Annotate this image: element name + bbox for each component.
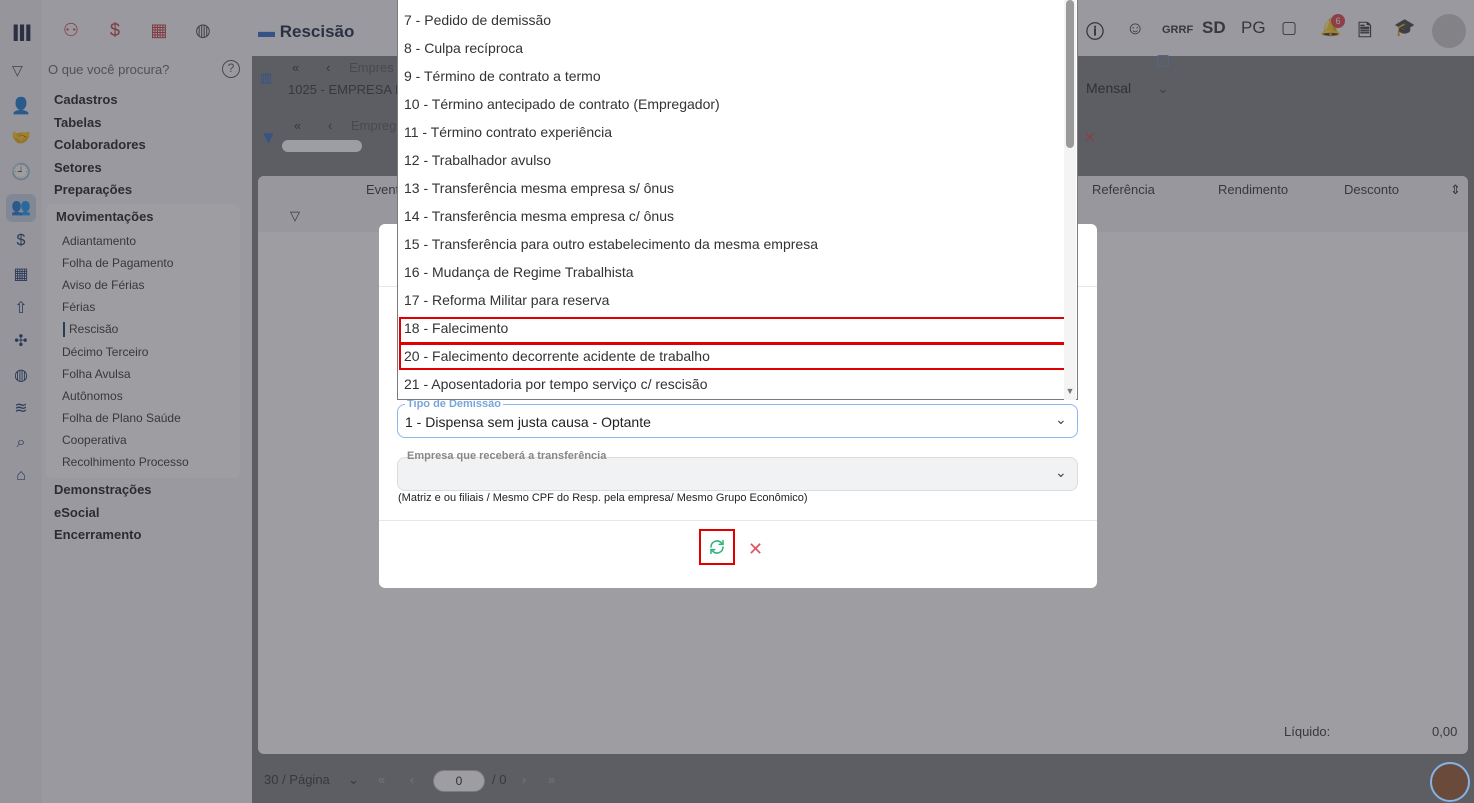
chevron-down-icon[interactable]: ⌄ [1055, 464, 1067, 481]
chevron-down-icon[interactable]: ⌄ [1055, 411, 1067, 428]
empresa-transferencia-select[interactable] [397, 457, 1078, 491]
dropdown-option[interactable]: 13 - Transferência mesma empresa s/ ônus [404, 180, 674, 196]
dropdown-option[interactable]: 21 - Aposentadoria por tempo serviço c/ … [404, 376, 708, 392]
dropdown-option[interactable]: 14 - Transferência mesma empresa c/ ônus [404, 208, 674, 224]
dropdown-scroll-thumb[interactable] [1066, 0, 1074, 148]
assistant-avatar[interactable] [1430, 762, 1470, 802]
dropdown-option[interactable]: 12 - Trabalhador avulso [404, 152, 551, 168]
highlight-box [399, 343, 1070, 370]
dropdown-option[interactable]: 17 - Reforma Militar para reserva [404, 292, 609, 308]
tipo-demissao-value: 1 - Dispensa sem justa causa - Optante [405, 414, 651, 430]
dropdown-option[interactable]: 7 - Pedido de demissão [404, 12, 551, 28]
modal-divider-bottom [379, 520, 1097, 521]
refresh-icon [710, 539, 724, 555]
dropdown-option[interactable]: 11 - Término contrato experiência [404, 124, 612, 140]
scroll-down-icon[interactable]: ▼ [1064, 386, 1076, 396]
refresh-button[interactable] [699, 529, 735, 565]
dropdown-option[interactable]: 9 - Término de contrato a termo [404, 68, 601, 84]
dropdown-option[interactable]: 15 - Transferência para outro estabeleci… [404, 236, 818, 252]
dropdown-option[interactable]: 10 - Término antecipado de contrato (Emp… [404, 96, 720, 112]
dropdown-option[interactable]: 16 - Mudança de Regime Trabalhista [404, 264, 634, 280]
highlight-box [399, 317, 1070, 344]
empresa-hint: (Matriz e ou filiais / Mesmo CPF do Resp… [398, 492, 808, 504]
dropdown-option[interactable]: 8 - Culpa recíproca [404, 40, 523, 56]
close-icon[interactable]: ✕ [748, 540, 763, 558]
empresa-transferencia-label: Empresa que receberá a transferência [407, 450, 607, 462]
